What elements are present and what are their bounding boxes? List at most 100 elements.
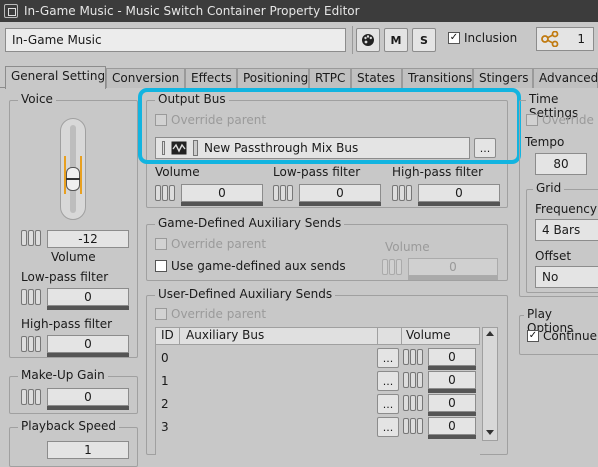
aux-row-browse-button[interactable]: ... <box>377 417 399 437</box>
aux-row-volume-rtpc-icon[interactable] <box>403 417 425 435</box>
user-aux-table-header: ID Auxiliary Bus Volume <box>155 327 480 345</box>
aux-row-volume-value[interactable]: 0 <box>428 394 476 412</box>
aux-row-volume-value[interactable]: 0 <box>428 417 476 435</box>
aux-row-volume-rtpc-icon[interactable] <box>403 371 425 389</box>
reference-count: 1 <box>577 32 585 46</box>
voice-lowpass-slider[interactable] <box>47 306 129 310</box>
voice-highpass-rtpc-icon[interactable] <box>21 335 43 353</box>
playback-speed-value[interactable]: 1 <box>47 441 129 459</box>
makeup-gain-rtpc-icon[interactable] <box>21 388 43 406</box>
game-aux-volume-slider <box>408 276 498 280</box>
voice-lowpass-label: Low-pass filter <box>21 270 109 284</box>
output-bus-highlight <box>138 88 521 164</box>
user-aux-override[interactable]: Override parent <box>155 307 266 321</box>
object-name-field[interactable]: In-Game Music <box>5 28 346 52</box>
aux-row-browse-button[interactable]: ... <box>377 371 399 391</box>
output-bus-highpass-rtpc-icon[interactable] <box>392 184 414 202</box>
user-aux-override-checkbox[interactable] <box>155 308 167 320</box>
voice-highpass-value[interactable]: 0 <box>47 335 129 353</box>
aux-row-volume-slider[interactable] <box>428 366 476 370</box>
tab-general-settings[interactable]: General Settings <box>5 66 106 89</box>
voice-lowpass-value[interactable]: 0 <box>47 288 129 306</box>
game-aux-volume-value: 0 <box>408 258 498 276</box>
user-aux-title: User-Defined Auxiliary Sends <box>155 287 336 301</box>
tab-states[interactable]: States <box>351 68 402 88</box>
output-bus-lowpass-rtpc-icon[interactable] <box>273 184 295 202</box>
aux-row-browse-button[interactable]: ... <box>377 348 399 368</box>
continue-toggle[interactable]: Continue t <box>527 329 598 343</box>
output-bus-volume-rtpc-icon[interactable] <box>155 184 177 202</box>
tempo-label: Tempo <box>525 135 565 149</box>
output-bus-highpass-slider[interactable] <box>418 202 500 206</box>
output-bus-volume-value[interactable]: 0 <box>181 184 263 202</box>
tab-advanced-settings[interactable]: Advanced S <box>533 68 598 88</box>
aux-row-volume-value[interactable]: 0 <box>428 371 476 389</box>
continue-label: Continue t <box>543 329 598 343</box>
mute-button[interactable]: M <box>384 28 408 52</box>
tab-effects[interactable]: Effects <box>185 68 237 88</box>
inclusion-toggle[interactable]: Inclusion <box>448 31 517 45</box>
aux-row-volume-rtpc-icon[interactable] <box>403 348 425 366</box>
offset-dropdown[interactable]: No <box>535 266 598 288</box>
continue-checkbox[interactable] <box>527 330 539 342</box>
game-aux-override-label: Override parent <box>171 237 267 251</box>
color-palette-button[interactable] <box>356 28 380 52</box>
game-aux-override-checkbox[interactable] <box>155 238 167 250</box>
tab-positioning[interactable]: Positioning <box>237 68 309 88</box>
share-icon <box>541 31 559 47</box>
frequency-dropdown[interactable]: 4 Bars <box>535 219 598 241</box>
reference-count-button[interactable]: 1 <box>536 27 594 51</box>
game-aux-volume-label: Volume <box>385 240 430 254</box>
aux-row-browse-button[interactable]: ... <box>377 394 399 414</box>
output-bus-highpass-value[interactable]: 0 <box>418 184 500 202</box>
aux-row-volume-rtpc-icon[interactable] <box>403 394 425 412</box>
voice-volume-value[interactable]: -12 <box>47 230 129 248</box>
col-id-header[interactable]: ID <box>156 328 180 344</box>
use-game-aux-toggle[interactable]: Use game-defined aux sends <box>155 259 346 273</box>
user-aux-scrollbar[interactable] <box>482 327 498 441</box>
output-bus-lowpass-label: Low-pass filter <box>273 165 361 179</box>
tab-rtpc[interactable]: RTPC <box>309 68 351 88</box>
voice-group-title: Voice <box>18 92 56 106</box>
time-settings-override[interactable]: Override p <box>526 113 598 127</box>
col-bus-header[interactable]: Auxiliary Bus <box>180 328 378 344</box>
fader-knob-line <box>66 178 80 180</box>
use-game-aux-checkbox[interactable] <box>155 260 167 272</box>
voice-highpass-slider[interactable] <box>47 353 129 357</box>
aux-row-volume-slider[interactable] <box>428 435 476 439</box>
window-title: In-Game Music - Music Switch Container P… <box>24 4 360 18</box>
frequency-label: Frequency <box>535 202 597 216</box>
voice-volume-label: Volume <box>51 250 96 264</box>
output-bus-lowpass-slider[interactable] <box>299 202 381 206</box>
tempo-value[interactable]: 80 <box>535 153 587 175</box>
aux-row-volume-slider[interactable] <box>428 412 476 416</box>
aux-row-volume-value[interactable]: 0 <box>428 348 476 366</box>
tab-transitions[interactable]: Transitions <box>402 68 473 88</box>
voice-highpass-label: High-pass filter <box>21 317 113 331</box>
makeup-gain-slider[interactable] <box>47 406 129 410</box>
use-game-aux-label: Use game-defined aux sends <box>171 259 346 273</box>
voice-lowpass-rtpc-icon[interactable] <box>21 288 43 306</box>
makeup-gain-value[interactable]: 0 <box>47 388 129 406</box>
col-browse-header <box>378 328 402 344</box>
game-aux-override[interactable]: Override parent <box>155 237 266 251</box>
palette-icon <box>362 34 374 46</box>
solo-button[interactable]: S <box>412 28 436 52</box>
output-bus-volume-slider[interactable] <box>181 202 263 206</box>
tab-stingers[interactable]: Stingers <box>473 68 533 88</box>
col-volume-header[interactable]: Volume <box>402 328 479 344</box>
aux-row-id: 3 <box>161 420 169 434</box>
aux-row-volume-slider[interactable] <box>428 389 476 393</box>
output-bus-volume-label: Volume <box>155 165 200 179</box>
tab-conversion[interactable]: Conversion <box>106 68 185 88</box>
scroll-up-icon[interactable] <box>486 331 494 336</box>
inclusion-label: Inclusion <box>464 31 518 45</box>
output-bus-highpass-label: High-pass filter <box>392 165 484 179</box>
aux-row-id: 2 <box>161 397 169 411</box>
time-settings-override-checkbox[interactable] <box>526 114 538 126</box>
voice-volume-rtpc-icon[interactable] <box>21 229 43 247</box>
scroll-down-icon[interactable] <box>486 430 494 435</box>
output-bus-lowpass-value[interactable]: 0 <box>299 184 381 202</box>
inclusion-checkbox[interactable] <box>448 32 460 44</box>
offset-label: Offset <box>535 249 572 263</box>
